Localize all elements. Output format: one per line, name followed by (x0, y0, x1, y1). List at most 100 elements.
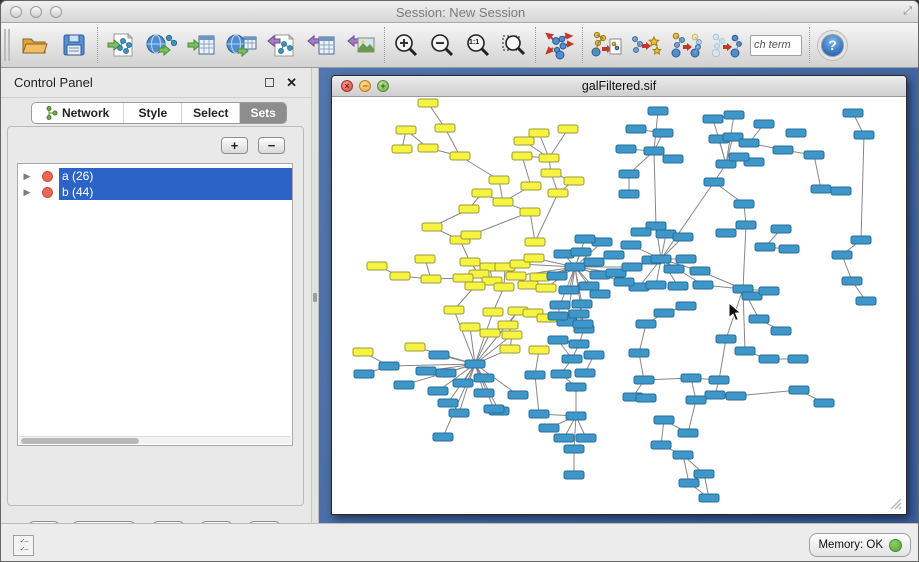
toolbar-separator (582, 27, 583, 63)
import-table-from-web-icon (225, 31, 257, 59)
open-button[interactable] (14, 26, 54, 64)
graph-node-blue (804, 151, 824, 159)
export-image-button[interactable] (341, 26, 381, 64)
graph-node-yellow (525, 238, 545, 246)
graph-node-blue (788, 355, 808, 363)
import-table-button[interactable] (181, 26, 221, 64)
graph-node-blue (716, 229, 736, 237)
graph-node-blue (429, 351, 449, 359)
close-panel-icon[interactable]: ✕ (286, 75, 297, 91)
graph-node-blue (854, 131, 874, 139)
set-row-a[interactable]: ▶ a (26) (18, 168, 292, 184)
new-network-selected-nodes-button[interactable] (666, 26, 706, 64)
window-title: Session: New Session (1, 5, 919, 20)
toolbar-drag-handle[interactable] (4, 29, 10, 61)
help-button[interactable]: ? (821, 34, 844, 57)
export-table-button[interactable] (301, 26, 341, 64)
select-first-neighbors-button[interactable] (626, 26, 666, 64)
graph-node-blue (453, 379, 473, 387)
import-network-from-web-button[interactable] (141, 26, 181, 64)
resize-grip-icon[interactable] (888, 496, 902, 510)
graph-node-blue (619, 190, 639, 198)
scrollbar-thumb[interactable] (21, 438, 139, 444)
open-icon (20, 31, 48, 59)
disclosure-triangle-icon[interactable]: ▶ (18, 171, 36, 182)
tab-style[interactable]: Style (124, 103, 182, 123)
graph-node-blue (636, 394, 656, 402)
graph-node-blue (616, 145, 636, 153)
graph-node-blue (673, 451, 693, 459)
search-input[interactable]: ch term (750, 35, 802, 56)
network-window-title: galFiltered.sif (582, 79, 656, 93)
horizontal-scrollbar[interactable] (19, 436, 291, 444)
graph-node-blue (693, 281, 713, 289)
task-history-button[interactable]: ✓–✓– (13, 535, 34, 556)
export-network-button[interactable] (261, 26, 301, 64)
remove-set-button[interactable]: − (258, 137, 285, 154)
memory-status-button[interactable]: Memory: OK (809, 533, 911, 557)
network-desktop: × − + galFiltered.sif (319, 68, 919, 523)
graph-node-yellow (460, 258, 480, 266)
minimize-frame-icon[interactable]: − (359, 80, 371, 92)
tab-select[interactable]: Select (182, 103, 240, 123)
add-set-button[interactable]: + (221, 137, 248, 154)
graph-node-blue (648, 107, 668, 115)
graph-node-blue (394, 381, 414, 389)
import-network-button[interactable] (101, 26, 141, 64)
graph-node-blue (539, 424, 559, 432)
network-window[interactable]: × − + galFiltered.sif (331, 75, 907, 515)
float-panel-icon[interactable] (265, 78, 274, 87)
graph-node-blue (449, 409, 469, 417)
graph-node-yellow (539, 154, 559, 162)
set-label[interactable]: a (26) (59, 168, 292, 184)
graph-node-blue (690, 267, 710, 275)
maximize-frame-icon[interactable]: + (377, 80, 389, 92)
title-bar: Session: New Session ⤢ (1, 1, 919, 23)
toolbar-separator (535, 27, 536, 63)
set-label[interactable]: b (44) (59, 184, 292, 200)
apply-layout-button[interactable] (539, 26, 579, 64)
graph-node-blue (668, 282, 688, 290)
network-canvas[interactable] (332, 97, 904, 512)
graph-node-yellow (548, 189, 568, 197)
panel-divider[interactable] (311, 68, 319, 523)
graph-node-blue (709, 376, 729, 384)
graph-node-blue (654, 309, 674, 317)
import-table-from-web-button[interactable] (221, 26, 261, 64)
memory-ok-icon (889, 539, 902, 552)
graph-node-yellow (512, 152, 532, 160)
save-button[interactable] (54, 26, 94, 64)
close-frame-icon[interactable]: × (341, 80, 353, 92)
set-row-b[interactable]: ▶ b (44) (18, 184, 292, 200)
graph-node-blue (843, 109, 863, 117)
fullscreen-icon[interactable]: ⤢ (903, 5, 912, 18)
zoom-selected-region-button[interactable] (496, 26, 532, 64)
set-color-icon (42, 187, 53, 198)
new-network-selected-nodes-icon (670, 31, 702, 59)
graph-node-yellow (483, 308, 503, 316)
zoom-actual-size-button[interactable]: 1:1 (460, 26, 496, 64)
graph-node-yellow (520, 208, 540, 216)
graph-node-blue (465, 360, 485, 368)
tab-network[interactable]: Network (32, 103, 124, 123)
zoom-in-button[interactable] (388, 26, 424, 64)
new-network-from-selection-button[interactable] (706, 26, 746, 64)
graph-node-blue (569, 340, 589, 348)
graph-node-blue (811, 185, 831, 193)
disclosure-triangle-icon[interactable]: ▶ (18, 187, 36, 198)
apply-layout-icon (544, 30, 574, 60)
new-network-from-selection-file-button[interactable] (586, 26, 626, 64)
tab-sets[interactable]: Sets (240, 103, 286, 123)
network-graph[interactable] (332, 97, 904, 512)
graph-node-yellow (493, 198, 513, 206)
graph-node-yellow (461, 231, 481, 239)
graph-node-yellow (524, 254, 544, 262)
divider-grip[interactable] (313, 293, 317, 302)
graph-node-blue (433, 433, 453, 441)
graph-node-yellow (444, 306, 464, 314)
graph-node-yellow (465, 282, 485, 290)
graph-node-yellow (353, 348, 373, 356)
zoom-out-button[interactable] (424, 26, 460, 64)
network-window-titlebar[interactable]: × − + galFiltered.sif (332, 76, 906, 97)
graph-node-blue (734, 200, 754, 208)
